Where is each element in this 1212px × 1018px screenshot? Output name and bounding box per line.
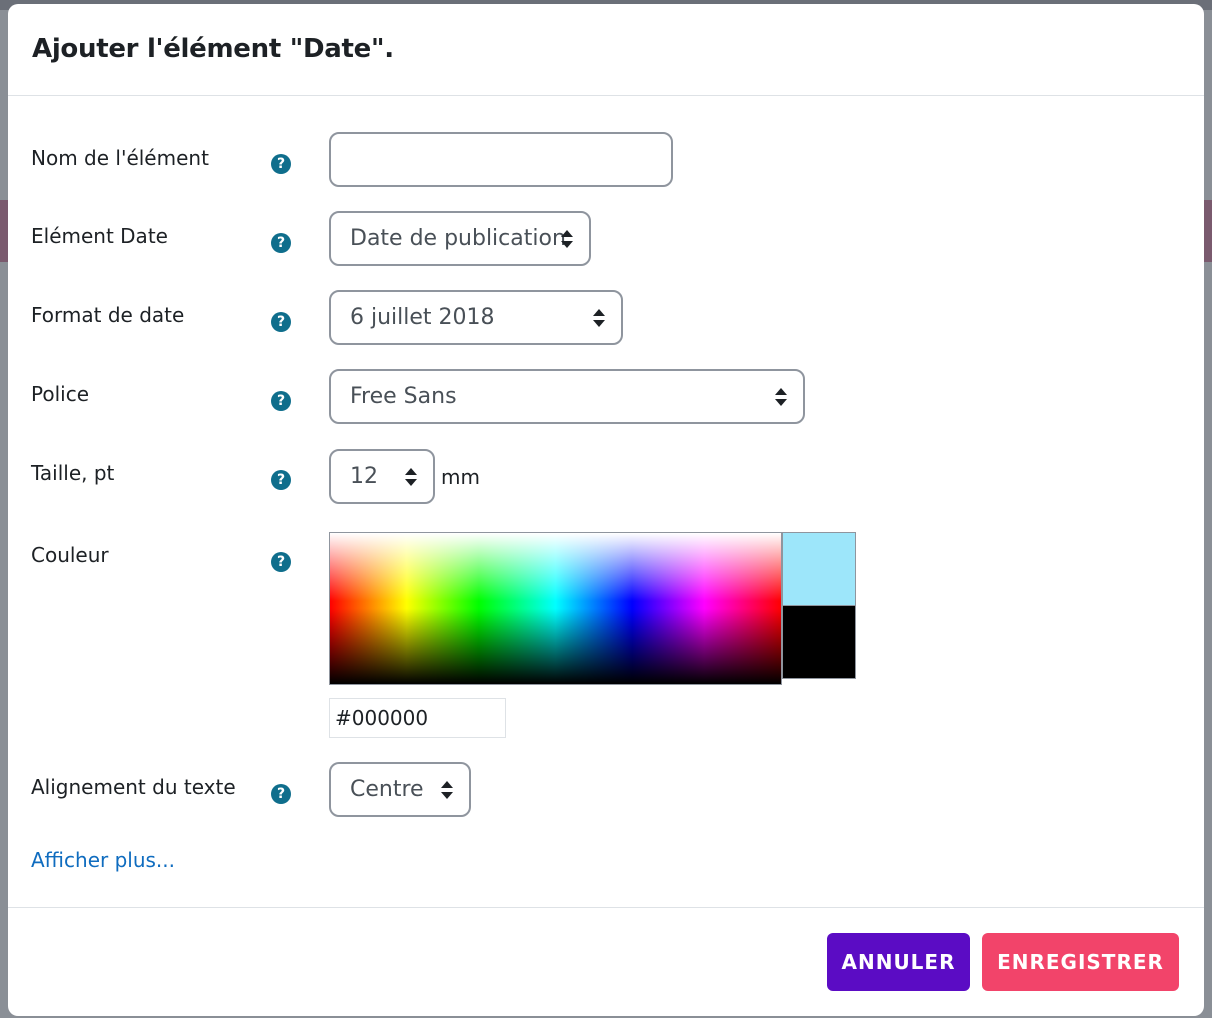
alignment-label: Alignement du texte (31, 775, 236, 799)
font-label: Police (31, 382, 89, 406)
sort-arrows-icon (405, 468, 417, 486)
date-element-select[interactable]: Date de publication (329, 211, 591, 266)
size-unit: mm (441, 465, 480, 489)
sort-arrows-icon (775, 388, 787, 406)
save-button[interactable]: ENREGISTRER (982, 933, 1179, 991)
cancel-button[interactable]: ANNULER (827, 933, 970, 991)
size-label: Taille, pt (31, 461, 115, 485)
date-element-label: Elément Date (31, 224, 168, 248)
size-value: 12 (350, 464, 378, 489)
help-icon[interactable]: ? (271, 470, 291, 490)
alignment-select[interactable]: Centre (329, 762, 471, 817)
color-palette[interactable] (329, 532, 782, 685)
element-name-input[interactable] (329, 132, 673, 187)
help-icon[interactable]: ? (271, 233, 291, 253)
help-icon[interactable]: ? (271, 154, 291, 174)
sort-arrows-icon (593, 309, 605, 327)
help-icon[interactable]: ? (271, 312, 291, 332)
date-format-select[interactable]: 6 juillet 2018 (329, 290, 623, 345)
dialog-title: Ajouter l'élément "Date". (32, 34, 394, 64)
help-icon[interactable]: ? (271, 391, 291, 411)
color-label: Couleur (31, 543, 109, 567)
font-value: Free Sans (350, 384, 457, 409)
font-select[interactable]: Free Sans (329, 369, 805, 424)
element-name-label: Nom de l'élément (31, 146, 209, 170)
sort-arrows-icon (441, 781, 453, 799)
dialog-footer: ANNULER ENREGISTRER (8, 908, 1204, 1016)
alignment-value: Centre (350, 777, 424, 802)
dialog-body: Nom de l'élément ? Elément Date ? Date d… (8, 96, 1204, 908)
date-format-label: Format de date (31, 303, 185, 327)
help-icon[interactable]: ? (271, 784, 291, 804)
help-icon[interactable]: ? (271, 552, 291, 572)
dialog-header: Ajouter l'élément "Date". (8, 4, 1204, 96)
color-hex-input[interactable]: #000000 (329, 698, 506, 738)
date-format-value: 6 juillet 2018 (350, 305, 495, 330)
sort-arrows-icon (561, 230, 573, 248)
date-element-value: Date de publication (350, 226, 566, 251)
size-select[interactable]: 12 (329, 449, 435, 504)
show-more-link[interactable]: Afficher plus... (31, 848, 175, 872)
color-preview-selected (782, 605, 856, 679)
add-date-element-dialog: Ajouter l'élément "Date". Nom de l'éléme… (8, 4, 1204, 1016)
color-preview-current (782, 532, 856, 606)
